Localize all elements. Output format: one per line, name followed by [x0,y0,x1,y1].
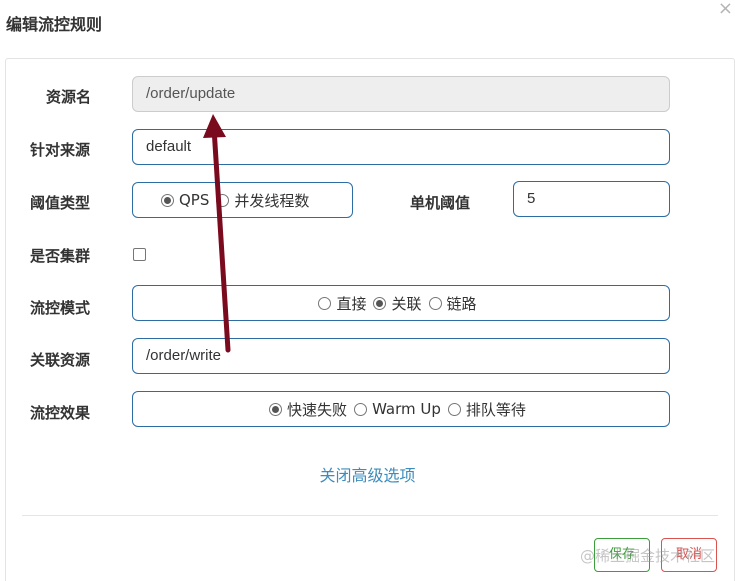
behavior-option-warm-up[interactable]: Warm Up [354,400,441,418]
strategy-radio-group: 直接 关联 链路 [132,285,670,321]
grade-label: 阈值类型 [30,194,91,212]
ref-resource-input[interactable]: /order/write [132,338,670,374]
save-button[interactable]: 保存 [594,538,650,572]
grade-option-thread[interactable]: 并发线程数 [216,190,309,211]
control-behavior-label: 流控效果 [30,404,91,422]
behavior-option-queue[interactable]: 排队等待 [447,399,526,420]
strategy-option-label: 关联 [391,294,422,313]
dialog-header: 编辑流控规则 × [0,0,735,44]
cluster-checkbox[interactable] [133,248,146,261]
strategy-option-label: 直接 [336,294,367,313]
dialog-title: 编辑流控规则 [6,15,103,34]
ref-resource-label: 关联资源 [30,351,91,369]
behavior-option-fast-fail[interactable]: 快速失败 [269,399,347,420]
strategy-option-label: 链路 [446,294,477,313]
radio-unselected-icon[interactable] [354,402,368,416]
advanced-options-toggle[interactable]: 关闭高级选项 [0,462,735,486]
limit-app-input[interactable]: default [132,129,670,165]
strategy-option-relate[interactable]: 关联 [373,293,422,314]
strategy-option-direct[interactable]: 直接 [318,293,366,314]
behavior-option-label: Warm Up [372,400,441,418]
behavior-option-label: 排队等待 [465,400,526,419]
count-label: 单机阈值 [410,194,471,212]
radio-unselected-icon[interactable] [216,193,230,207]
resource-input: /order/update [132,76,670,112]
grade-option-label: 并发线程数 [234,191,310,210]
limit-app-label: 针对来源 [30,141,91,159]
radio-selected-icon[interactable] [161,193,174,207]
cancel-button[interactable]: 取消 [661,538,717,572]
grade-radio-group: QPS 并发线程数 [132,182,353,218]
close-icon[interactable]: × [718,0,733,18]
behavior-option-label: 快速失败 [287,400,348,419]
count-input[interactable]: 5 [513,181,670,217]
radio-selected-icon[interactable] [373,296,387,310]
radio-selected-icon[interactable] [269,402,283,416]
cluster-label: 是否集群 [30,247,91,265]
radio-unselected-icon[interactable] [428,296,442,310]
radio-unselected-icon[interactable] [447,402,461,416]
grade-option-qps[interactable]: QPS [161,191,209,209]
radio-unselected-icon[interactable] [318,296,332,310]
resource-label: 资源名 [46,88,92,106]
strategy-label: 流控模式 [30,299,91,317]
strategy-option-chain[interactable]: 链路 [428,293,477,314]
control-behavior-radio-group: 快速失败 Warm Up 排队等待 [132,391,670,427]
grade-option-label: QPS [179,191,210,209]
footer-divider [22,515,718,516]
